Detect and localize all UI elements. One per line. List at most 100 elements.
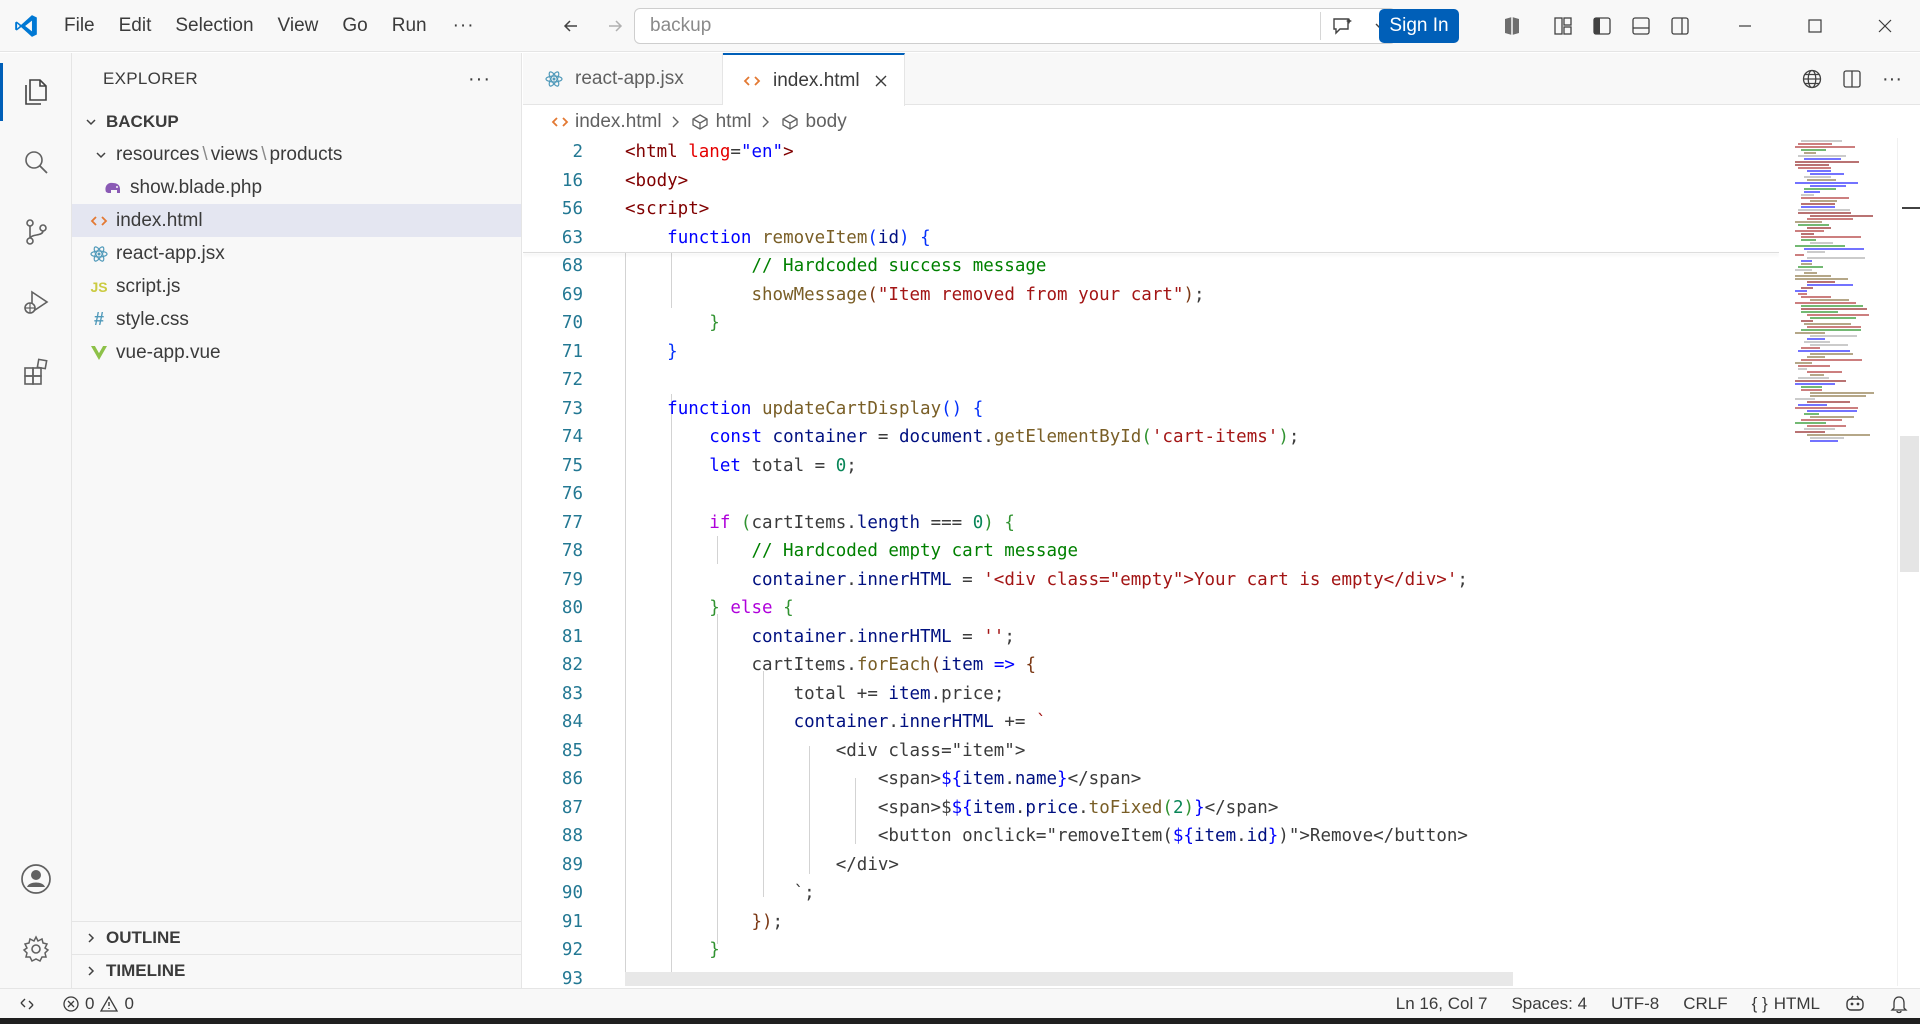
sticky-code-line[interactable]: 63 function removeItem(id) { — [523, 223, 1779, 252]
tree-file-show-blade-php[interactable]: show.blade.php — [72, 171, 521, 204]
code-line[interactable]: 69 showMessage("Item removed from your c… — [523, 281, 1779, 310]
menu-selection[interactable]: Selection — [163, 8, 265, 44]
code-line[interactable]: 71 } — [523, 338, 1779, 367]
line-number: 70 — [561, 313, 583, 334]
code-line[interactable]: 92 } — [523, 936, 1779, 965]
command-center-search[interactable]: backup — [634, 8, 1396, 44]
minimap-line — [1804, 158, 1841, 160]
toggle-secondary-sidebar-icon[interactable] — [1666, 12, 1694, 40]
menu-run[interactable]: Run — [380, 8, 439, 44]
tree-file-react-app-jsx[interactable]: react-app.jsx — [72, 237, 521, 270]
extensions-icon[interactable] — [0, 337, 72, 407]
copilot-icon[interactable] — [1498, 12, 1526, 40]
language-mode[interactable]: { } HTML — [1740, 994, 1832, 1014]
minimap[interactable] — [1779, 138, 1897, 986]
tree-file-script-js[interactable]: JS script.js — [72, 270, 521, 303]
horizontal-scrollbar[interactable] — [625, 972, 1513, 986]
menu-go[interactable]: Go — [330, 8, 379, 44]
outline-section-header[interactable]: OUTLINE — [72, 921, 521, 954]
code-line[interactable]: 68 // Hardcoded success message — [523, 252, 1779, 281]
customize-layout-icon[interactable] — [1549, 12, 1577, 40]
minimap-line — [1801, 347, 1820, 349]
code-line[interactable]: 91 }); — [523, 908, 1779, 937]
code-text: } — [709, 313, 720, 334]
indentation[interactable]: Spaces: 4 — [1499, 994, 1599, 1014]
timeline-section-header[interactable]: TIMELINE — [72, 954, 521, 987]
close-window-icon[interactable] — [1850, 0, 1920, 52]
code-line[interactable]: 78 // Hardcoded empty cart message — [523, 537, 1779, 566]
split-editor-icon[interactable] — [1838, 65, 1866, 93]
toggle-panel-icon[interactable] — [1627, 12, 1655, 40]
braces-icon: { } — [1751, 994, 1768, 1013]
explorer-more-button[interactable]: ··· — [468, 68, 491, 91]
menu-more-button[interactable]: ··· — [439, 15, 489, 37]
minimize-icon[interactable] — [1710, 0, 1780, 52]
source-control-icon[interactable] — [0, 197, 72, 267]
code-editor[interactable]: 68 // Hardcoded success message 69 showMe… — [523, 138, 1779, 986]
toggle-primary-sidebar-icon[interactable] — [1588, 12, 1616, 40]
tree-file-index-html[interactable]: index.html — [72, 204, 521, 237]
accounts-icon[interactable] — [0, 844, 72, 914]
settings-gear-icon[interactable] — [0, 914, 72, 984]
tree-file-vue-app-vue[interactable]: vue-app.vue — [72, 336, 521, 369]
tab-index-html[interactable]: index.html — [723, 53, 905, 106]
breadcrumb-html[interactable]: html — [690, 111, 752, 133]
sticky-code-line[interactable]: 56 <script> — [523, 195, 1779, 224]
code-line[interactable]: 88 <button onclick="removeItem(${item.id… — [523, 822, 1779, 851]
scrollbar-thumb[interactable] — [1900, 436, 1919, 572]
maximize-icon[interactable] — [1780, 0, 1850, 52]
notifications-bell-icon[interactable] — [1878, 994, 1920, 1014]
code-line[interactable]: 80 } else { — [523, 594, 1779, 623]
code-line[interactable]: 87 <span>$${item.price.toFixed(2)}</span… — [523, 794, 1779, 823]
problems-indicator[interactable]: 0 0 — [62, 994, 134, 1014]
line-number: 56 — [561, 199, 583, 220]
sticky-code-line[interactable]: 2 <html lang="en"> — [523, 138, 1779, 167]
forward-arrow-icon[interactable] — [600, 12, 630, 40]
code-line[interactable]: 77 if (cartItems.length === 0) { — [523, 509, 1779, 538]
code-line[interactable]: 72 — [523, 366, 1779, 395]
chat-icon[interactable] — [1321, 9, 1365, 43]
code-line[interactable]: 75 let total = 0; — [523, 452, 1779, 481]
code-line[interactable]: 85 <div class="item"> — [523, 737, 1779, 766]
copilot-status-icon[interactable] — [1832, 994, 1878, 1014]
tab-react-app-jsx[interactable]: react-app.jsx — [523, 53, 723, 105]
tree-file-style-css[interactable]: # style.css — [72, 303, 521, 336]
encoding[interactable]: UTF-8 — [1599, 994, 1671, 1014]
run-and-debug-icon[interactable] — [0, 267, 72, 337]
more-actions-button[interactable]: ··· — [1878, 65, 1906, 93]
end-of-line[interactable]: CRLF — [1671, 994, 1739, 1014]
open-preview-globe-icon[interactable] — [1798, 65, 1826, 93]
close-tab-icon[interactable] — [868, 68, 894, 94]
breadcrumb-body[interactable]: body — [780, 111, 847, 133]
back-arrow-icon[interactable] — [556, 12, 586, 40]
tab-label: react-app.jsx — [575, 68, 684, 89]
menu-file[interactable]: File — [52, 8, 107, 44]
tree-folder-resources-views-products[interactable]: resources \ views \ products — [72, 138, 521, 171]
minimap-line — [1807, 356, 1825, 358]
code-line[interactable]: 70 } — [523, 309, 1779, 338]
code-line[interactable]: 89 </div> — [523, 851, 1779, 880]
minimap-line — [1798, 293, 1807, 295]
remote-indicator-icon[interactable] — [0, 989, 54, 1019]
search-icon[interactable] — [0, 127, 72, 197]
code-line[interactable]: 90 `; — [523, 879, 1779, 908]
vertical-scrollbar[interactable] — [1897, 138, 1920, 986]
menu-view[interactable]: View — [266, 8, 331, 44]
sign-in-button[interactable]: Sign In — [1379, 9, 1459, 43]
code-line[interactable]: 79 container.innerHTML = '<div class="em… — [523, 566, 1779, 595]
status-bar-right: Ln 16, Col 7 Spaces: 4 UTF-8 CRLF { } HT… — [1384, 989, 1920, 1019]
code-line[interactable]: 74 const container = document.getElement… — [523, 423, 1779, 452]
menu-edit[interactable]: Edit — [107, 8, 164, 44]
sticky-code-line[interactable]: 16 <body> — [523, 166, 1779, 195]
code-line[interactable]: 81 container.innerHTML = ''; — [523, 623, 1779, 652]
code-line[interactable]: 86 <span>${item.name}</span> — [523, 765, 1779, 794]
breadcrumb-file[interactable]: index.html — [551, 111, 662, 133]
code-line[interactable]: 84 container.innerHTML += ` — [523, 708, 1779, 737]
code-line[interactable]: 73 function updateCartDisplay() { — [523, 395, 1779, 424]
cursor-position[interactable]: Ln 16, Col 7 — [1384, 994, 1500, 1014]
explorer-files-icon[interactable] — [0, 57, 72, 127]
code-line[interactable]: 76 — [523, 480, 1779, 509]
tree-root-backup[interactable]: BACKUP — [72, 105, 521, 138]
code-line[interactable]: 82 cartItems.forEach(item => { — [523, 651, 1779, 680]
code-line[interactable]: 83 total += item.price; — [523, 680, 1779, 709]
